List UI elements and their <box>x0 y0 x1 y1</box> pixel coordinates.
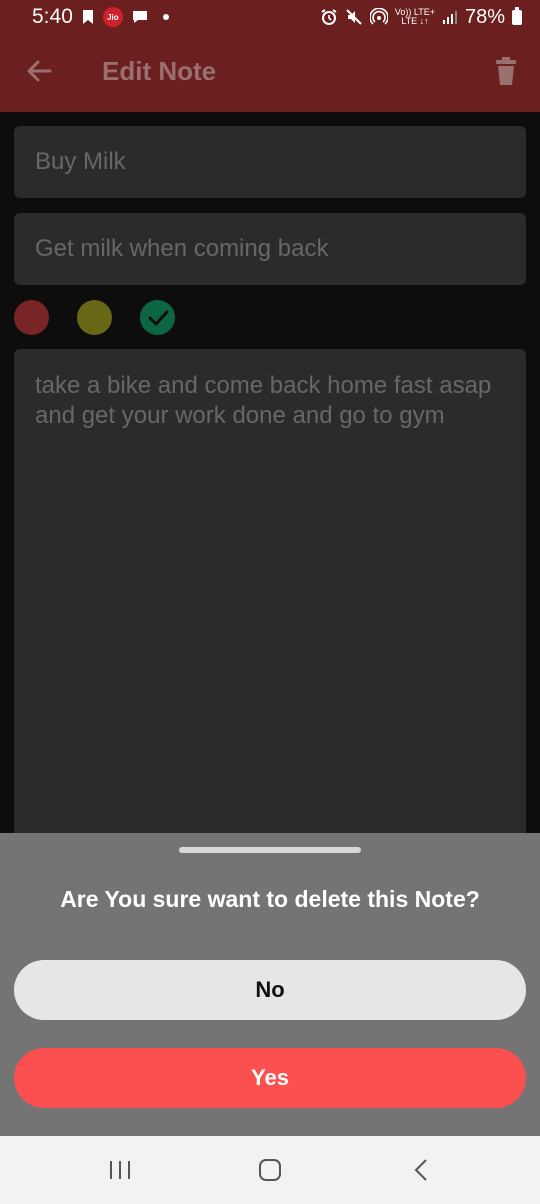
back-nav-icon[interactable] <box>408 1158 436 1182</box>
delete-trash-icon[interactable] <box>494 56 518 86</box>
recent-apps-icon[interactable] <box>106 1158 134 1182</box>
color-picker <box>14 300 175 335</box>
sheet-drag-handle[interactable] <box>179 847 361 853</box>
battery-icon <box>512 6 522 25</box>
hotspot-icon <box>369 8 388 25</box>
color-option-green[interactable] <box>140 300 175 335</box>
app-bar: Edit Note <box>0 34 540 112</box>
home-icon[interactable] <box>256 1158 284 1182</box>
note-body-field[interactable]: take a bike and come back home fast asap… <box>14 349 526 849</box>
jio-notification-icon: Jio <box>102 7 123 27</box>
page-title: Edit Note <box>102 56 217 86</box>
delete-confirm-sheet: Are You sure want to delete this Note? N… <box>0 833 540 1136</box>
yes-button[interactable]: Yes <box>14 1048 526 1108</box>
message-notification-icon <box>132 11 147 23</box>
network-type: Vo)) LTE+ LTE ↓↑ <box>394 7 435 26</box>
status-time: 5:40 <box>32 5 73 28</box>
alarm-icon <box>321 9 337 25</box>
color-option-red[interactable] <box>14 300 49 335</box>
bookmark-notification-icon <box>82 10 93 24</box>
more-notifications-icon <box>162 14 169 20</box>
signal-icon <box>442 11 457 24</box>
confirm-message: Are You sure want to delete this Note? <box>60 886 480 912</box>
note-description-field[interactable]: Get milk when coming back <box>14 213 526 285</box>
system-nav-bar <box>0 1136 540 1204</box>
back-arrow-icon[interactable] <box>24 56 54 86</box>
no-button[interactable]: No <box>14 960 526 1020</box>
check-icon <box>148 310 168 325</box>
status-bar: 5:40 Jio Vo)) LTE+ LTE ↓↑ 78% <box>0 0 540 34</box>
color-option-yellow[interactable] <box>77 300 112 335</box>
mute-icon <box>346 9 362 25</box>
note-title-field[interactable]: Buy Milk <box>14 126 526 198</box>
battery-percent: 78% <box>464 5 505 28</box>
